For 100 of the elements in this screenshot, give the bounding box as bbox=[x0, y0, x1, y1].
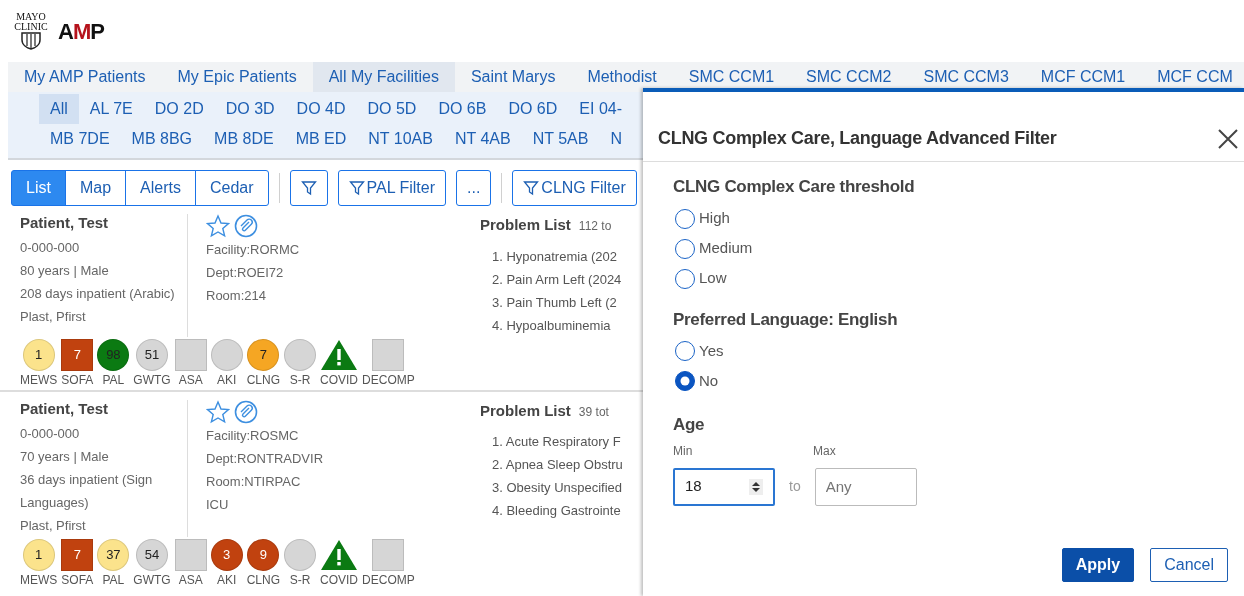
unit-tab[interactable]: MB 8DE bbox=[203, 124, 285, 154]
app-logo[interactable]: AMP bbox=[58, 14, 104, 48]
score-label: SOFA bbox=[61, 372, 94, 387]
score-label: SOFA bbox=[61, 572, 94, 587]
score-indicator: 37 bbox=[97, 538, 130, 571]
unit-tab[interactable]: DO 6D bbox=[497, 94, 569, 124]
patient-name[interactable]: Patient, Test bbox=[20, 399, 187, 418]
unit-tab[interactable]: DO 2D bbox=[143, 94, 215, 124]
tab[interactable]: Saint Marys bbox=[454, 62, 572, 92]
cancel-button[interactable]: Cancel bbox=[1150, 547, 1228, 582]
patient-detail: Room:NTIRPAC bbox=[206, 472, 302, 491]
group-title: Age bbox=[673, 414, 706, 436]
unit-tab[interactable]: N bbox=[599, 124, 633, 154]
problem-item[interactable]: 1. Acute Respiratory F bbox=[480, 430, 623, 453]
radio-button[interactable] bbox=[675, 238, 695, 259]
unit-tab[interactable]: EI 04- bbox=[568, 94, 633, 124]
field-label: Min bbox=[673, 442, 694, 460]
patient-detail: Facility:RORMC bbox=[206, 241, 301, 259]
view-toggle[interactable]: Map bbox=[64, 170, 127, 206]
score-label: CLNG bbox=[246, 572, 281, 587]
problem-item[interactable]: 2. Apnea Sleep Obstru bbox=[480, 453, 623, 476]
tab[interactable]: Methodist bbox=[571, 62, 673, 92]
problem-item[interactable]: 4. Hypoalbuminemia bbox=[480, 313, 622, 337]
apply-button[interactable]: Apply bbox=[1061, 547, 1135, 582]
score-label: MEWS bbox=[20, 572, 58, 587]
unit-tab[interactable]: All bbox=[39, 94, 79, 124]
score-label: CLNG bbox=[246, 372, 281, 387]
unit-tab[interactable]: DO 5D bbox=[356, 94, 428, 124]
filter-button[interactable] bbox=[289, 170, 328, 206]
unit-tab[interactable]: MB ED bbox=[284, 124, 358, 154]
view-toggle[interactable]: List bbox=[11, 170, 66, 206]
patient-demographics: 70 years | Male bbox=[20, 447, 110, 466]
problem-item[interactable]: 3. Pain Thumb Left (2 bbox=[480, 290, 622, 314]
unit-tab[interactable]: DO 4D bbox=[285, 94, 357, 124]
star-icon[interactable] bbox=[206, 214, 230, 238]
tab[interactable]: All My Facilities bbox=[312, 62, 455, 92]
filter-button[interactable]: PAL Filter bbox=[337, 170, 446, 206]
patient-stay: 36 days inpatient (Sign Languages) bbox=[20, 470, 154, 512]
view-toggle[interactable]: Alerts bbox=[125, 170, 196, 206]
tab[interactable]: My AMP Patients bbox=[8, 62, 162, 92]
score-indicator: 7 bbox=[247, 338, 280, 371]
paperclip-icon[interactable] bbox=[234, 214, 258, 238]
star-icon[interactable] bbox=[206, 399, 230, 424]
score-indicator: 51 bbox=[136, 338, 168, 371]
unit-tab[interactable]: MB 8BG bbox=[120, 124, 204, 154]
shield-icon bbox=[20, 32, 42, 50]
unit-tab[interactable]: NT 4AB bbox=[443, 124, 522, 154]
group-title: Preferred Language: English bbox=[673, 308, 899, 331]
view-toggle[interactable]: Cedar bbox=[194, 170, 269, 206]
score-label: PAL bbox=[102, 372, 125, 387]
tab[interactable]: My Epic Patients bbox=[161, 62, 313, 92]
unit-tab[interactable]: DO 6B bbox=[427, 94, 498, 124]
score-label: DECOMP bbox=[362, 572, 415, 587]
score-label: MEWS bbox=[20, 372, 58, 387]
tab[interactable]: SMC CCM3 bbox=[907, 62, 1025, 92]
problem-item[interactable]: 3. Obesity Unspecified bbox=[480, 476, 623, 499]
patient-detail: Room:214 bbox=[206, 287, 267, 305]
group-title: CLNG Complex Care threshold bbox=[673, 176, 916, 198]
patient-name[interactable]: Patient, Test bbox=[20, 214, 187, 232]
unit-tab[interactable]: NT 10AB bbox=[357, 124, 444, 154]
patient-mrn: 0-000-000 bbox=[20, 424, 81, 443]
number-field[interactable]: Any bbox=[814, 467, 917, 506]
score-indicator: 7 bbox=[61, 338, 94, 371]
radio-label: No bbox=[699, 370, 719, 391]
score-label: PAL bbox=[102, 572, 125, 587]
tab[interactable]: SMC CCM1 bbox=[672, 62, 791, 92]
tab[interactable]: MCF CCM1 bbox=[1024, 62, 1142, 92]
score-label: S-R bbox=[289, 372, 311, 387]
more-button[interactable]: ... bbox=[456, 170, 492, 206]
spinner-icon[interactable] bbox=[749, 478, 763, 495]
score-indicator: 54 bbox=[136, 538, 168, 571]
radio-button[interactable] bbox=[675, 208, 695, 229]
problem-item[interactable]: 1. Hyponatremia (202 bbox=[480, 244, 622, 268]
number-field[interactable]: 18 bbox=[673, 467, 775, 506]
score-label: AKI bbox=[217, 572, 237, 587]
problem-item[interactable]: 2. Pain Arm Left (2024 bbox=[480, 267, 622, 291]
organization-name: MAYO CLINIC bbox=[13, 12, 49, 32]
unit-tab[interactable]: NT 5AB bbox=[521, 124, 600, 154]
score-label: DECOMP bbox=[362, 372, 415, 387]
radio-button[interactable] bbox=[675, 341, 695, 361]
tab[interactable]: SMC CCM2 bbox=[790, 62, 908, 92]
score-label: GWTG bbox=[133, 372, 171, 387]
radio-label: High bbox=[699, 208, 730, 229]
patient-demographics: 80 years | Male bbox=[20, 262, 110, 280]
tab[interactable]: MCF CCM bbox=[1141, 62, 1244, 92]
patient-stay: 208 days inpatient (Arabic) bbox=[20, 285, 176, 303]
unit-tab[interactable]: AL 7E bbox=[78, 94, 144, 124]
patient-detail: Dept:RONTRADVIR bbox=[206, 449, 325, 468]
score-label: COVID bbox=[320, 572, 359, 587]
radio-button[interactable] bbox=[675, 371, 695, 391]
close-icon[interactable] bbox=[1216, 126, 1240, 151]
unit-tab[interactable]: MB 7DE bbox=[39, 124, 121, 154]
paperclip-icon[interactable] bbox=[234, 399, 258, 424]
score-label: ASA bbox=[178, 372, 203, 387]
radio-button[interactable] bbox=[675, 268, 695, 289]
patient-detail: Dept:ROEI72 bbox=[206, 264, 285, 282]
filter-button[interactable]: CLNG Filter bbox=[512, 170, 637, 206]
unit-tab[interactable]: DO 3D bbox=[214, 94, 286, 124]
filter-icon bbox=[348, 180, 365, 196]
problem-item[interactable]: 4. Bleeding Gastrointe bbox=[480, 499, 623, 522]
